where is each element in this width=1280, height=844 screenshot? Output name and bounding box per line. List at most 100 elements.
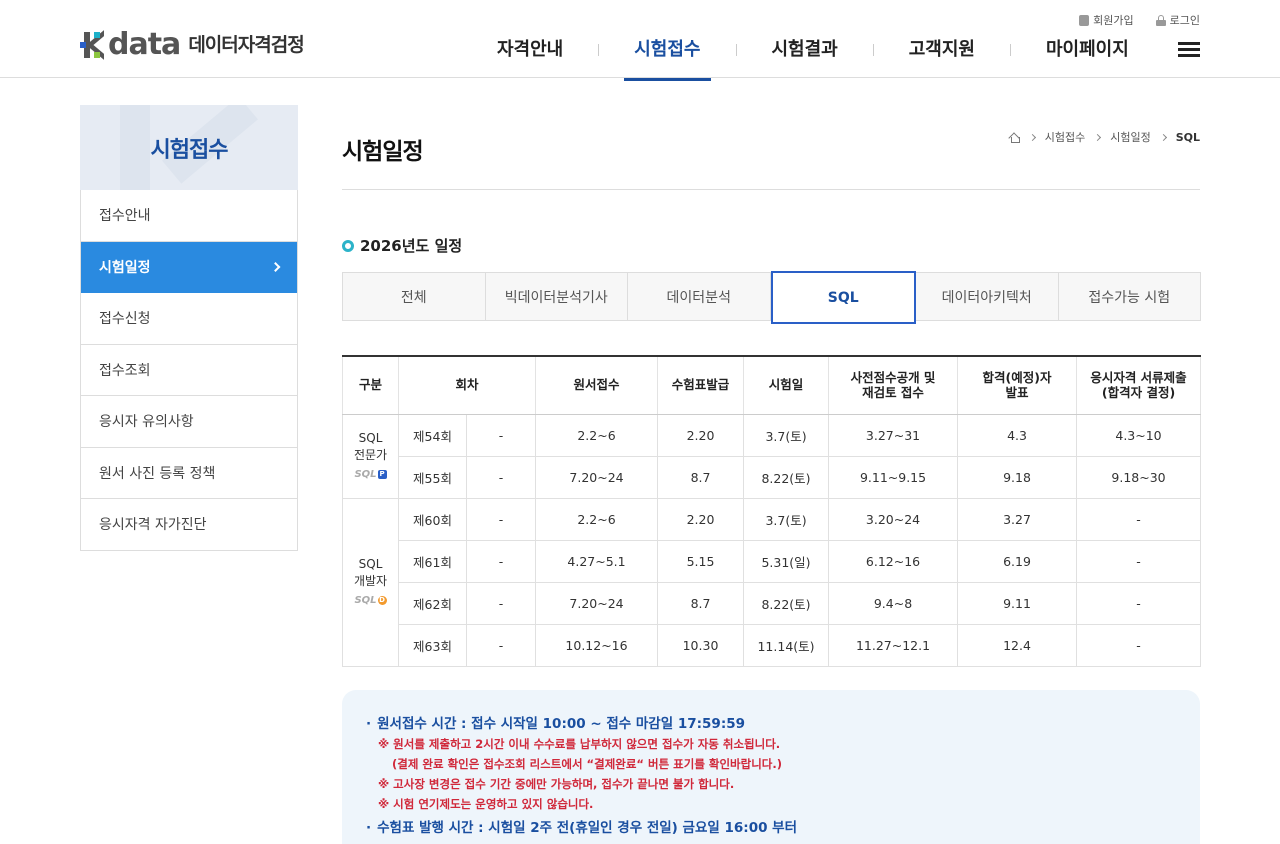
table-cell: 8.7 (657, 581, 745, 625)
chevron-right-icon (1028, 133, 1036, 141)
table-cell: 3.7(토) (743, 497, 830, 541)
table-cell: 제55회 (398, 455, 467, 499)
breadcrumb-current: SQL (1175, 130, 1200, 144)
table-cell: - (465, 581, 537, 625)
column-header: 회차 (397, 355, 537, 415)
table-cell: - (465, 539, 537, 583)
table-cell: 6.19 (957, 539, 1078, 583)
table-row: SQL 개발자 SQL D 제60회 -2.2~6 2.20 3.7(토) 3.20~24 3.2… (342, 497, 1202, 667)
table-cell: 4.3~10 (1076, 413, 1202, 457)
table-cell: - (465, 623, 537, 667)
table-cell: 3.7(토) (743, 413, 830, 457)
notice-registration-time: · 원서접수 시간 : 접수 시작일 10:00 ~ 접수 마감일 17:59:… (366, 716, 745, 732)
sidebar-item-eligibility-check[interactable]: 응시자격 자가진단 (81, 499, 297, 551)
table-row: 제63회 -10.12~16 10.30 11.14(토) 11.27~12.1 12.4… (343, 623, 1202, 667)
nav-item-certification-info[interactable]: 자격안내 (462, 30, 598, 70)
sidebar-item-exam-schedule[interactable]: 시험일정 (81, 241, 297, 293)
table-cell: - (465, 413, 537, 457)
table-cell: - (1076, 581, 1202, 625)
circle-bullet-icon (342, 239, 354, 252)
column-header: 원서접수 (535, 355, 659, 415)
column-header: 응시자격 서류제출 (합격자 결정) (1076, 355, 1202, 415)
table-cell: - (1076, 623, 1202, 667)
column-header: 수험표발급 (657, 355, 745, 415)
sql-badge-icon: SQL D (354, 594, 387, 606)
column-header: 사전점수공개 및 재검토 접수 (828, 355, 959, 415)
notice-admission-ticket-time: · 수험표 발행 시간 : 시험일 2주 전(휴일인 경우 전일) 금요일 16… (366, 820, 798, 836)
signup-link[interactable]: 회원가입 (1079, 12, 1134, 28)
table-cell: 2.2~6 (535, 413, 659, 457)
home-icon[interactable] (1009, 132, 1020, 143)
sidebar-item-candidate-notes[interactable]: 응시자 유의사항 (81, 396, 297, 448)
sidebar-item-registration-guide[interactable]: 접수안내 (81, 190, 297, 242)
nav-item-customer-support[interactable]: 고객지원 (874, 30, 1010, 70)
table-cell: 3.27~31 (828, 413, 959, 457)
tab-bigdata-analyst[interactable]: 빅데이터분석기사 (486, 273, 628, 320)
table-cell: 8.22(토) (743, 455, 830, 499)
tab-all[interactable]: 전체 (343, 273, 486, 320)
table-cell: 8.7 (657, 455, 745, 499)
table-cell: 7.20~24 (535, 455, 659, 499)
chevron-right-icon (1094, 133, 1102, 141)
utility-menu: 회원가입 로그인 (1079, 12, 1200, 28)
table-cell: 5.15 (657, 539, 745, 583)
table-cell: 4.27~5.1 (535, 539, 659, 583)
schedule-table-body: SQL 전문가 SQL P 제54회 -2.2~6 2.20 3.7(토) 3.27~31 4.3… (342, 413, 1202, 667)
nav-item-exam-registration[interactable]: 시험접수 (599, 30, 735, 81)
year-heading: 2026년도 일정 (342, 235, 462, 256)
table-cell: 4.3 (957, 413, 1078, 457)
column-header: 구분 (342, 355, 399, 415)
sql-badge-icon: SQL P (354, 468, 387, 480)
table-cell: - (465, 497, 537, 541)
breadcrumb: 시험접수 시험일정 SQL (1009, 129, 1200, 145)
hamburger-menu-icon[interactable] (1178, 42, 1200, 58)
table-cell: 제54회 (398, 413, 467, 457)
notice-box: · 원서접수 시간 : 접수 시작일 10:00 ~ 접수 마감일 17:59:… (342, 690, 1200, 844)
logo-wordmark: data (108, 27, 181, 62)
table-row: 제62회 -7.20~24 8.7 8.22(토) 9.4~8 9.11- (343, 581, 1202, 625)
exam-tabs: 전체 빅데이터분석기사 데이터분석 SQL 데이터아키텍처 접수가능 시험 (342, 271, 1201, 324)
sidebar-item-photo-policy[interactable]: 원서 사진 등록 정책 (81, 448, 297, 499)
site-logo[interactable]: data 데이터자격검정 (80, 27, 305, 62)
column-header: 합격(예정)자 발표 (957, 355, 1078, 415)
tab-data-analysis[interactable]: 데이터분석 (628, 273, 771, 320)
tab-sql[interactable]: SQL (770, 271, 916, 324)
chevron-right-icon (270, 261, 281, 272)
sidebar: 시험접수 접수안내 시험일정 접수신청 접수조회 응시자 유의사항 원서 사진 … (80, 105, 298, 551)
table-cell: 3.27 (957, 497, 1078, 541)
nav-item-exam-results[interactable]: 시험결과 (737, 30, 873, 70)
tab-data-architecture[interactable]: 데이터아키텍처 (916, 273, 1059, 320)
breadcrumb-item[interactable]: 시험접수 (1045, 129, 1085, 145)
table-row: 제55회 -7.20~24 8.7 8.22(토) 9.11~9.15 9.18 9.18~… (343, 455, 1202, 499)
document-icon (1079, 14, 1090, 26)
sidebar-header: 시험접수 (80, 105, 298, 190)
login-link[interactable]: 로그인 (1155, 12, 1200, 28)
notice-warning: (결제 완료 확인은 접수조회 리스트에서 “결제완료“ 버튼 표기를 확인바랍… (392, 757, 783, 771)
table-cell: 9.18~30 (1076, 455, 1202, 499)
group-cell: SQL 전문가 SQL P (342, 413, 399, 499)
table-cell: 2.20 (657, 413, 745, 457)
table-cell: 12.4 (957, 623, 1078, 667)
tab-available-exams[interactable]: 접수가능 시험 (1059, 273, 1201, 320)
table-cell: 제60회 (398, 497, 467, 541)
notice-warning: ※ 시험 연기제도는 운영하고 있지 않습니다. (378, 797, 594, 811)
table-cell: 5.31(일) (743, 539, 830, 583)
title-divider (342, 189, 1200, 190)
table-cell: - (465, 455, 537, 499)
table-row: SQL 전문가 SQL P 제54회 -2.2~6 2.20 3.7(토) 3.27~31 4.3… (342, 413, 1202, 499)
table-cell: 11.14(토) (743, 623, 830, 667)
nav-item-my-page[interactable]: 마이페이지 (1011, 30, 1129, 70)
notice-warning: ※ 원서를 제출하고 2시간 이내 수수료를 납부하지 않으면 접수가 자동 취… (378, 737, 781, 751)
chevron-right-icon (1159, 133, 1167, 141)
table-cell: - (1076, 497, 1202, 541)
schedule-table: 구분 회차 원서접수 수험표발급 시험일 사전점수공개 및 재검토 접수 합격(… (342, 355, 1202, 667)
table-cell: 제62회 (398, 581, 467, 625)
table-row: 제61회 -4.27~5.1 5.15 5.31(일) 6.12~16 6.19- (343, 539, 1202, 583)
table-cell: 2.20 (657, 497, 745, 541)
sidebar-item-registration-lookup[interactable]: 접수조회 (81, 345, 297, 396)
breadcrumb-item[interactable]: 시험일정 (1110, 129, 1150, 145)
sidebar-item-apply[interactable]: 접수신청 (81, 293, 297, 345)
table-cell: 제63회 (398, 623, 467, 667)
table-cell: 8.22(토) (743, 581, 830, 625)
k-logo-icon (80, 30, 106, 60)
